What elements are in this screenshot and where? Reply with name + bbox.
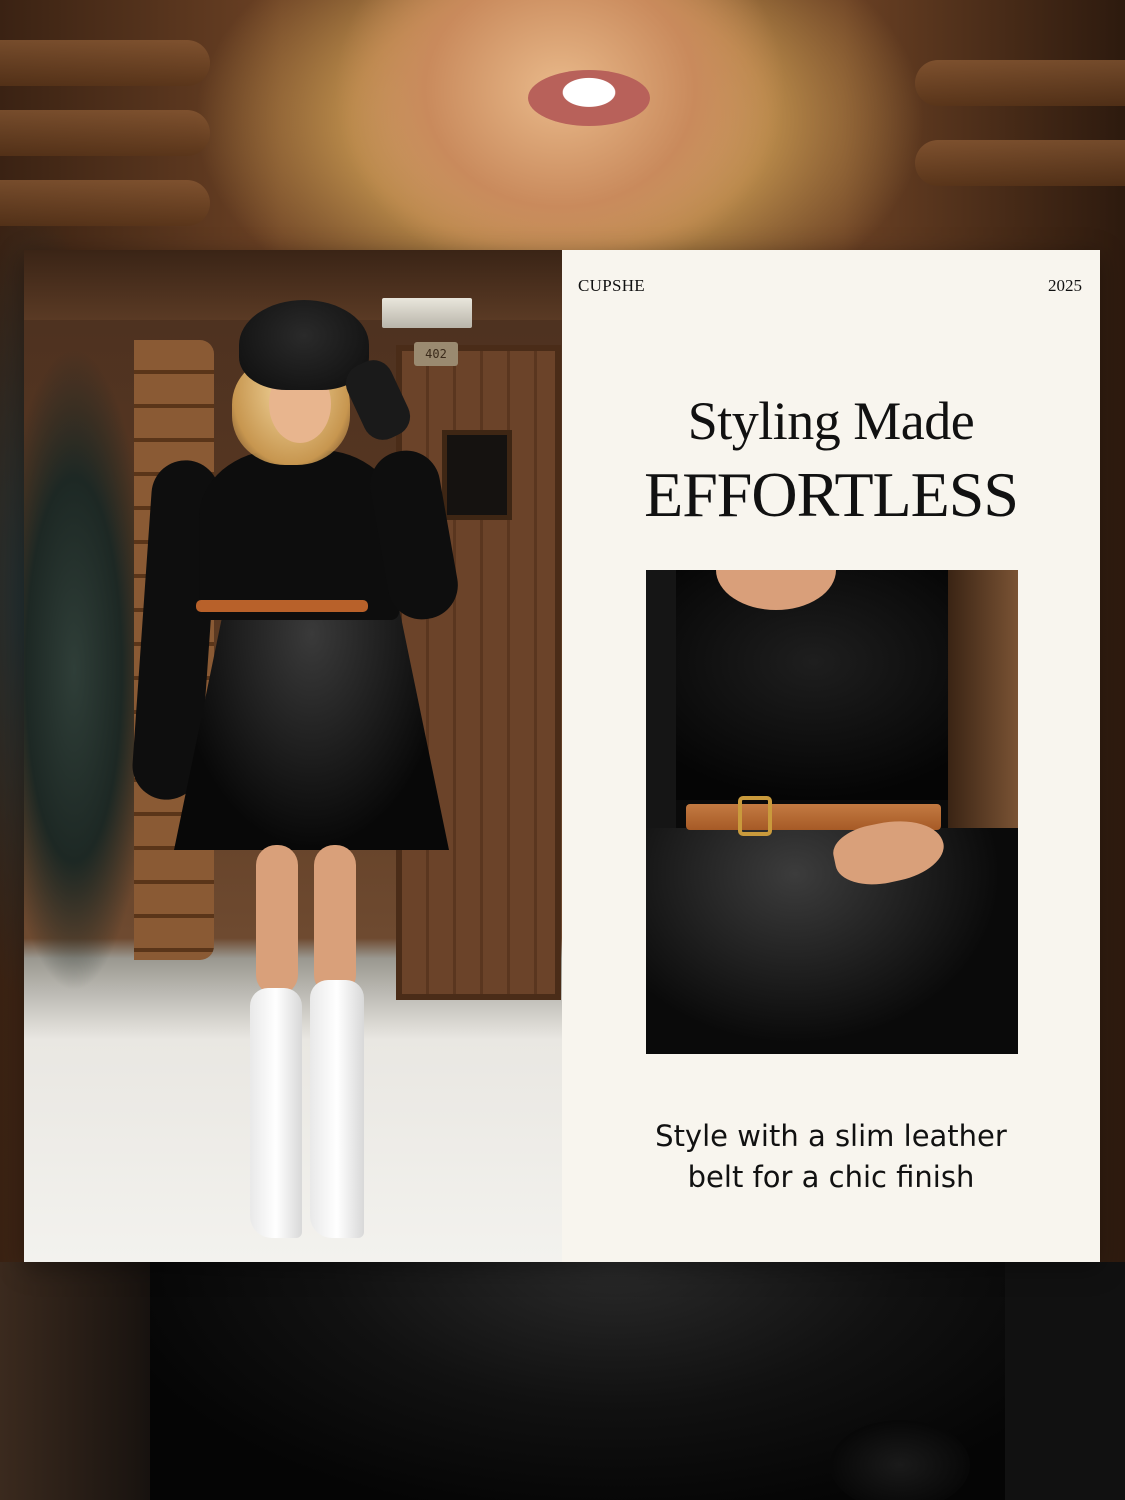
- white-boot-right: [310, 980, 364, 1238]
- full-outfit-photo: 402: [24, 250, 562, 1262]
- detail-belt-buckle: [738, 796, 772, 836]
- background-log: [0, 40, 210, 86]
- caption-line1: Style with a slim leather: [655, 1119, 1007, 1153]
- model-smile: [528, 70, 650, 126]
- product-card: 402 CUPSHE 2025 Styling Made EFFORTLESS: [24, 250, 1100, 1262]
- caption: Style with a slim leather belt for a chi…: [562, 1116, 1100, 1198]
- door-window: [442, 430, 512, 520]
- white-boot-left: [250, 988, 302, 1238]
- headline-line2: EFFORTLESS: [644, 459, 1019, 530]
- background-log: [915, 140, 1125, 186]
- text-panel: CUPSHE 2025 Styling Made EFFORTLESS Styl…: [562, 250, 1100, 1262]
- belt-detail-photo: [646, 570, 1018, 1054]
- caption-line2: belt for a chic finish: [687, 1160, 975, 1194]
- brand-label: CUPSHE: [578, 276, 645, 295]
- model-torso: [199, 450, 399, 620]
- door-number-plate: 402: [414, 342, 458, 366]
- background-log: [0, 110, 210, 156]
- porch-lamp: [382, 298, 472, 328]
- background-fur-cuff: [830, 1420, 970, 1500]
- background-sleeve-right: [1005, 1262, 1125, 1500]
- detail-leather-skirt: [646, 828, 1018, 1054]
- leather-belt: [196, 600, 368, 612]
- model-leg-right: [314, 845, 356, 995]
- headline-line1: Styling Made: [687, 391, 975, 451]
- background-log: [915, 60, 1125, 106]
- year-label: 2025: [1048, 276, 1082, 295]
- model-leg-left: [256, 845, 298, 995]
- background-log: [0, 180, 210, 226]
